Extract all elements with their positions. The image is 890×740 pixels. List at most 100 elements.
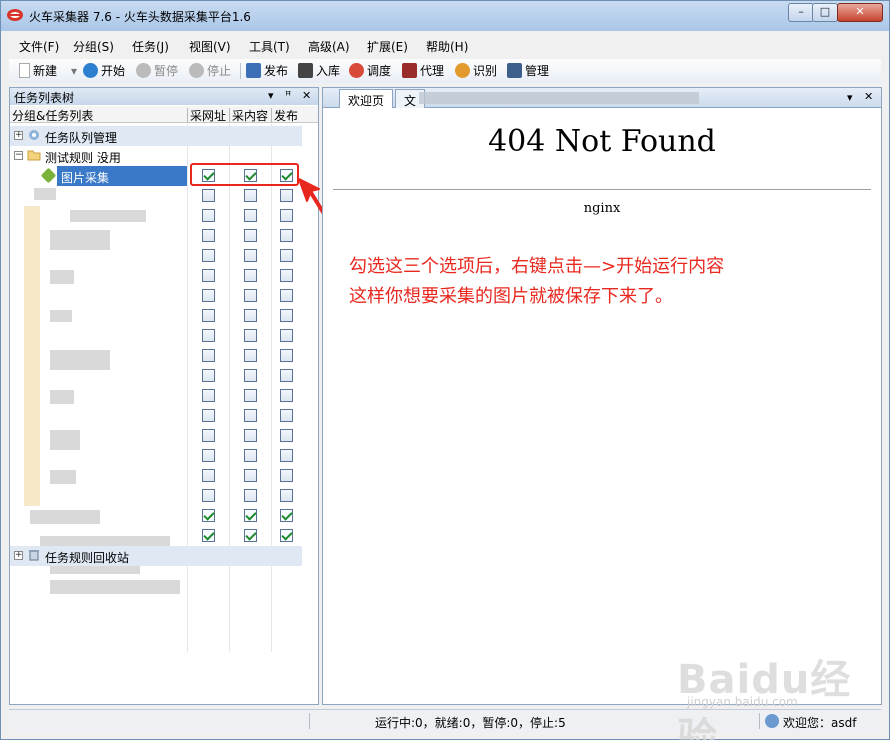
collect-url-checkbox[interactable] — [202, 229, 215, 242]
collect-url-checkbox[interactable] — [202, 189, 215, 202]
collect-content-checkbox[interactable] — [244, 529, 257, 542]
new-dropdown-arrow[interactable]: ▾ — [71, 63, 77, 81]
collect-url-checkbox[interactable] — [202, 429, 215, 442]
publish-checkbox[interactable] — [280, 389, 293, 402]
menu-tools[interactable]: 工具(T) — [249, 38, 290, 55]
publish-checkbox[interactable] — [280, 369, 293, 382]
menu-task[interactable]: 任务(J) — [132, 38, 169, 55]
tree-item-queue[interactable]: + 任务队列管理 — [10, 126, 302, 146]
collapse-icon[interactable]: − — [14, 151, 23, 160]
proxy-button[interactable]: 代理 — [402, 63, 444, 81]
import-db-button[interactable]: 入库 — [298, 63, 340, 81]
menu-advanced[interactable]: 高级(A) — [308, 38, 350, 55]
manage-button[interactable]: 管理 — [507, 63, 549, 81]
menu-file[interactable]: 文件(F) — [19, 38, 59, 55]
collect-url-checkbox[interactable] — [202, 409, 215, 422]
collect-url-checkbox[interactable] — [202, 249, 215, 262]
collect-content-checkbox[interactable] — [244, 389, 257, 402]
col-publish[interactable]: 发布 — [274, 107, 304, 124]
title-bar: 火车采集器 7.6 - 火车头数据采集平台1.6 – □ ✕ — [1, 1, 889, 31]
pin-icon[interactable]: ꟸ — [285, 89, 291, 102]
publish-checkbox[interactable] — [280, 509, 293, 522]
collect-url-checkbox[interactable] — [202, 349, 215, 362]
collect-content-checkbox[interactable] — [244, 249, 257, 262]
new-button[interactable]: 新建 — [19, 63, 57, 81]
tab-close-icon[interactable]: ✕ — [864, 90, 873, 103]
publish-checkbox[interactable] — [280, 489, 293, 502]
publish-checkbox[interactable] — [280, 429, 293, 442]
expand-icon[interactable]: + — [14, 551, 23, 560]
collect-content-checkbox[interactable] — [244, 369, 257, 382]
new-label: 新建 — [33, 64, 58, 78]
publish-checkbox[interactable] — [280, 449, 293, 462]
collect-content-checkbox[interactable] — [244, 329, 257, 342]
task-row[interactable] — [10, 286, 302, 306]
tab-welcome[interactable]: 欢迎页 — [339, 89, 394, 108]
publish-checkbox[interactable] — [280, 469, 293, 482]
tree-item-recycle-bin[interactable]: + 任务规则回收站 — [10, 546, 302, 566]
column-divider[interactable] — [187, 108, 188, 122]
schedule-button[interactable]: 调度 — [349, 63, 391, 81]
collect-url-checkbox[interactable] — [202, 209, 215, 222]
publish-checkbox[interactable] — [280, 309, 293, 322]
collect-content-checkbox[interactable] — [244, 209, 257, 222]
collect-content-checkbox[interactable] — [244, 349, 257, 362]
col-collect-url[interactable]: 采网址 — [190, 107, 230, 124]
task-row[interactable] — [10, 406, 302, 426]
publish-checkbox[interactable] — [280, 529, 293, 542]
collect-url-checkbox[interactable] — [202, 269, 215, 282]
collect-content-checkbox[interactable] — [244, 189, 257, 202]
task-row[interactable] — [10, 486, 302, 506]
collect-content-checkbox[interactable] — [244, 269, 257, 282]
col-collect-content[interactable]: 采内容 — [232, 107, 272, 124]
annotation-line-1: 勾选这三个选项后，右键点击—>开始运行内容 — [349, 256, 725, 277]
task-row[interactable] — [10, 326, 302, 346]
menu-group[interactable]: 分组(S) — [73, 38, 114, 55]
expand-icon[interactable]: + — [14, 131, 23, 140]
tab-list-chevron-icon[interactable]: ▾ — [847, 91, 853, 104]
collect-content-checkbox[interactable] — [244, 469, 257, 482]
panel-close-icon[interactable]: ✕ — [302, 89, 311, 102]
collect-content-checkbox[interactable] — [244, 229, 257, 242]
publish-button[interactable]: 发布 — [246, 63, 288, 81]
collect-url-checkbox[interactable] — [202, 389, 215, 402]
menu-view[interactable]: 视图(V) — [189, 38, 231, 55]
collect-content-checkbox[interactable] — [244, 489, 257, 502]
collect-content-checkbox[interactable] — [244, 289, 257, 302]
minimize-button[interactable]: – — [788, 3, 814, 22]
collect-url-checkbox[interactable] — [202, 369, 215, 382]
app-logo-icon — [7, 9, 23, 21]
publish-checkbox[interactable] — [280, 329, 293, 342]
collect-content-checkbox[interactable] — [244, 409, 257, 422]
maximize-button[interactable]: □ — [812, 3, 838, 22]
collect-url-checkbox[interactable] — [202, 469, 215, 482]
publish-checkbox[interactable] — [280, 289, 293, 302]
stop-button[interactable]: 停止 — [189, 63, 231, 81]
publish-checkbox[interactable] — [280, 349, 293, 362]
collect-url-checkbox[interactable] — [202, 309, 215, 322]
collect-content-checkbox[interactable] — [244, 449, 257, 462]
collect-content-checkbox[interactable] — [244, 509, 257, 522]
panel-menu-chevron-icon[interactable]: ▾ — [268, 89, 274, 102]
collect-url-checkbox[interactable] — [202, 449, 215, 462]
collect-url-checkbox[interactable] — [202, 529, 215, 542]
manage-label: 管理 — [525, 64, 550, 78]
publish-checkbox[interactable] — [280, 409, 293, 422]
menu-extend[interactable]: 扩展(E) — [367, 38, 408, 55]
task-row[interactable] — [10, 206, 302, 226]
pause-button[interactable]: 暂停 — [136, 63, 178, 81]
col-task-list[interactable]: 分组&任务列表 — [12, 107, 184, 124]
start-button[interactable]: 开始 — [83, 63, 125, 81]
recognize-button[interactable]: 识别 — [455, 63, 497, 81]
collect-content-checkbox[interactable] — [244, 309, 257, 322]
column-divider[interactable] — [271, 108, 272, 122]
collect-url-checkbox[interactable] — [202, 329, 215, 342]
collect-url-checkbox[interactable] — [202, 509, 215, 522]
collect-content-checkbox[interactable] — [244, 429, 257, 442]
collect-url-checkbox[interactable] — [202, 289, 215, 302]
collect-url-checkbox[interactable] — [202, 489, 215, 502]
pause-label: 暂停 — [154, 64, 179, 78]
menu-help[interactable]: 帮助(H) — [426, 38, 468, 55]
column-divider[interactable] — [229, 108, 230, 122]
close-button[interactable]: ✕ — [837, 3, 883, 22]
